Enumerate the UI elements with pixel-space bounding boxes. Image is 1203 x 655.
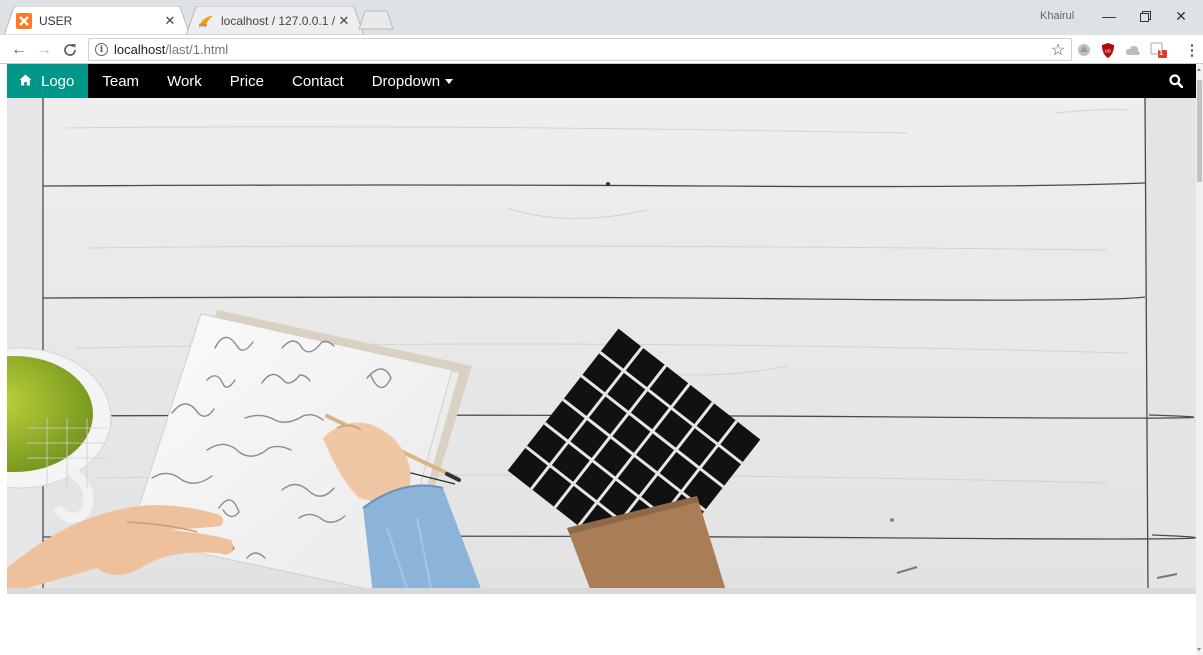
page-scrollbar[interactable] xyxy=(1196,64,1203,655)
url-path: /last/1.html xyxy=(165,42,229,57)
nav-work[interactable]: Work xyxy=(153,64,216,98)
tab-title: localhost / 127.0.0.1 / we xyxy=(221,13,336,28)
back-icon[interactable]: ← xyxy=(8,39,30,61)
puzzle-extension-icon[interactable]: 1 xyxy=(1148,39,1170,61)
ublock-icon[interactable]: uo xyxy=(1097,39,1119,61)
tab-phpmyadmin[interactable]: php localhost / 127.0.0.1 / we ✕ xyxy=(186,6,364,35)
close-window-icon[interactable]: ✕ xyxy=(1166,4,1196,28)
menu-kebab-icon[interactable]: ⋮ xyxy=(1181,39,1203,61)
close-tab-icon[interactable]: ✕ xyxy=(162,13,178,29)
scroll-thumb[interactable] xyxy=(1197,80,1202,182)
svg-text:uo: uo xyxy=(1105,48,1111,54)
nav-logo-label: Logo xyxy=(41,72,75,90)
address-bar[interactable]: i localhost/last/1.html xyxy=(88,38,1072,61)
page-viewport: Logo Team Work Price Contact Dropdown xyxy=(0,64,1203,655)
info-icon[interactable]: i xyxy=(95,43,108,56)
new-tab-button[interactable] xyxy=(358,10,394,30)
nav-team[interactable]: Team xyxy=(88,64,153,98)
scroll-down-icon[interactable] xyxy=(1197,648,1201,651)
extension-badge: 1 xyxy=(1159,50,1163,57)
browser-toolbar: ← → i localhost/last/1.html ☆ uo 1 ⋮ xyxy=(0,35,1203,64)
restore-icon[interactable] xyxy=(1130,4,1160,28)
profile-name[interactable]: Khairul xyxy=(1040,10,1074,22)
forward-icon[interactable]: → xyxy=(33,39,55,61)
phpmyadmin-favicon-icon: php xyxy=(198,13,214,29)
search-icon[interactable] xyxy=(1156,64,1196,98)
nav-dropdown[interactable]: Dropdown xyxy=(358,64,467,98)
nav-dropdown-label: Dropdown xyxy=(371,72,441,90)
xampp-favicon-icon xyxy=(16,12,32,29)
svg-text:php: php xyxy=(199,22,208,28)
desk-with-lettering-sketchbook-icon xyxy=(7,98,1196,594)
hero-image xyxy=(7,98,1196,594)
bookmark-star-icon[interactable]: ☆ xyxy=(1047,39,1069,61)
cloud-icon[interactable] xyxy=(1122,39,1144,61)
nav-price[interactable]: Price xyxy=(216,64,278,98)
scroll-up-icon[interactable] xyxy=(1197,68,1201,71)
reload-icon[interactable] xyxy=(59,39,81,61)
caret-down-icon xyxy=(445,78,454,84)
site-navbar: Logo Team Work Price Contact Dropdown xyxy=(7,64,1196,98)
tab-user[interactable]: USER ✕ xyxy=(4,6,190,35)
nav-contact[interactable]: Contact xyxy=(278,64,358,98)
close-tab-icon[interactable]: ✕ xyxy=(336,13,352,29)
home-icon xyxy=(19,73,32,90)
tab-title: USER xyxy=(39,13,73,28)
url-host: localhost xyxy=(114,42,166,57)
extension-icon[interactable] xyxy=(1073,39,1095,61)
nav-logo[interactable]: Logo xyxy=(7,64,89,98)
minimize-icon[interactable]: — xyxy=(1094,4,1124,28)
browser-tab-strip: USER ✕ php localhost / 127.0.0.1 / we ✕ … xyxy=(0,0,1203,35)
